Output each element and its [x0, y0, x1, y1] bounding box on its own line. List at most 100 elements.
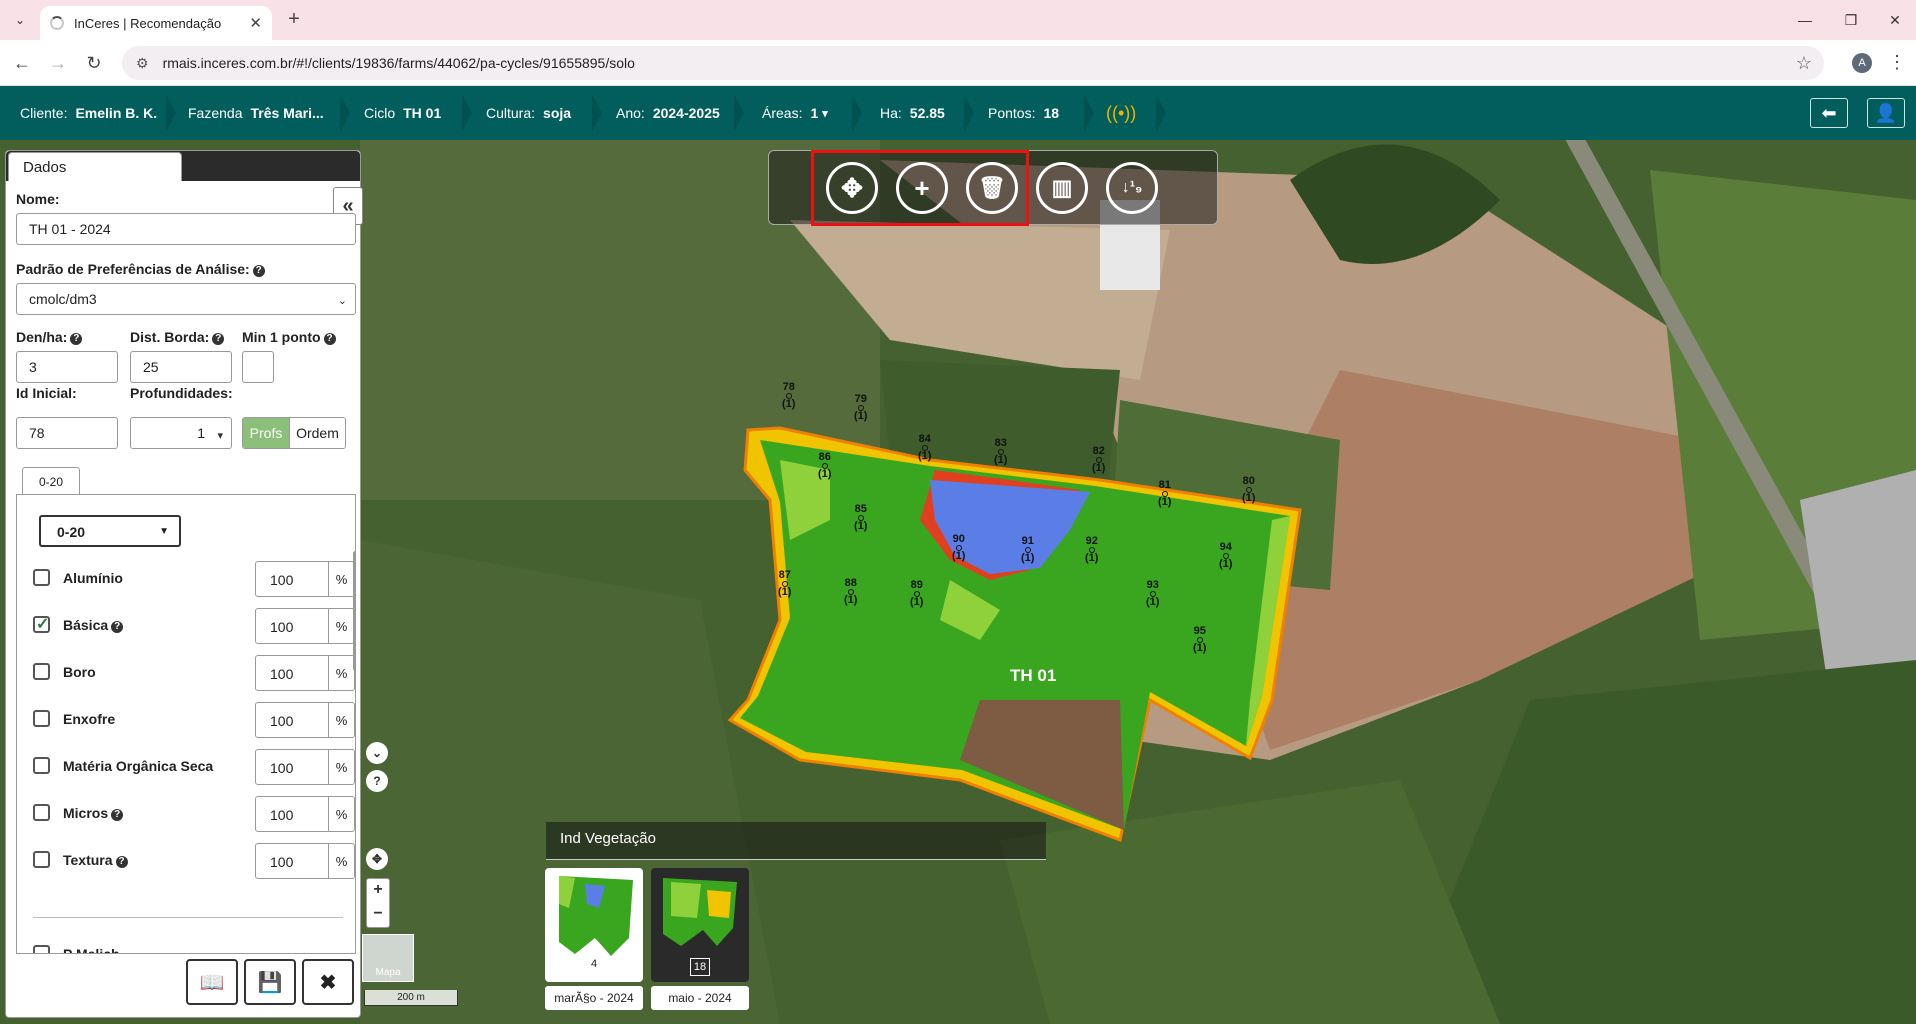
zoom-in-button[interactable]: +	[367, 879, 389, 903]
nutrient-row: Textura? 100%	[33, 841, 355, 879]
save-icon[interactable]: 💾	[244, 959, 296, 1005]
sample-point-marker[interactable]: 82 (1)	[1092, 446, 1105, 474]
denha-input[interactable]: 3	[16, 351, 118, 383]
sample-point-marker[interactable]: 88 (1)	[844, 578, 857, 606]
field-label: TH 01	[1010, 666, 1057, 685]
user-icon[interactable]: 👤	[1867, 98, 1905, 128]
veg-thumb-caption: maio - 2024	[651, 986, 749, 1010]
scale-bar: 200 m	[364, 990, 458, 1006]
profs-toggle[interactable]: Profs	[243, 418, 289, 448]
delete-point-icon[interactable]: 🗑	[966, 162, 1018, 214]
breadcrumb-cultura[interactable]: Cultura: soja	[486, 86, 571, 140]
reload-icon[interactable]: ↻	[80, 49, 108, 77]
tab-dados[interactable]: Dados	[8, 152, 182, 181]
cultura-label: Cultura:	[486, 105, 536, 121]
nutrient-checkbox[interactable]	[33, 614, 50, 634]
add-point-icon[interactable]: +	[896, 162, 948, 214]
sample-point-marker[interactable]: 90 (1)	[952, 534, 965, 562]
browser-menu-icon[interactable]: ⋮	[1888, 52, 1906, 73]
close-icon[interactable]: ✖	[302, 959, 354, 1005]
nutrient-percent-input[interactable]: 100%	[255, 796, 355, 832]
nutrient-percent-input[interactable]: 100%	[255, 655, 355, 691]
ordem-toggle[interactable]: Ordem	[289, 418, 345, 448]
nutrient-checkbox[interactable]	[33, 710, 50, 727]
nutrient-percent-input[interactable]: 100%	[255, 702, 355, 738]
breadcrumb-fazenda[interactable]: Fazenda Três Mari...	[188, 86, 324, 140]
sample-point-marker[interactable]: 81 (1)	[1158, 480, 1171, 508]
ciclo-label: Ciclo	[364, 105, 396, 121]
ciclo-value: TH 01	[403, 105, 442, 121]
id-inicial-input[interactable]: 78	[16, 417, 118, 449]
move-point-icon[interactable]: ✥	[826, 162, 878, 214]
sample-point-marker[interactable]: 93 (1)	[1146, 580, 1159, 608]
sample-point-marker[interactable]: 91 (1)	[1021, 536, 1034, 564]
thumb-badge: 4	[590, 958, 598, 970]
window-close-icon[interactable]: ✕	[1872, 0, 1916, 40]
sample-point-marker[interactable]: 89 (1)	[910, 580, 923, 608]
nutrient-percent-input[interactable]: 100%	[255, 749, 355, 785]
tab-close-icon[interactable]: ✕	[249, 14, 262, 32]
sample-point-marker[interactable]: 84 (1)	[918, 434, 931, 462]
padrao-select[interactable]: cmolc/dm3 ⌄	[16, 283, 356, 315]
sample-point-marker[interactable]: 94 (1)	[1219, 542, 1232, 570]
nutrient-row: Enxofre 100%	[33, 700, 355, 738]
map-layers-icon[interactable]: ▥	[1036, 162, 1088, 214]
nutrient-checkbox[interactable]	[33, 804, 50, 821]
nutrient-name: Enxofre	[63, 711, 116, 727]
restore-icon[interactable]: ❐	[1828, 0, 1874, 40]
sample-point-marker[interactable]: 92 (1)	[1085, 536, 1098, 564]
sample-point-marker[interactable]: 85 (1)	[854, 504, 867, 532]
sample-point-marker[interactable]: 95 (1)	[1193, 626, 1206, 654]
sample-point-marker[interactable]: 83 (1)	[994, 438, 1007, 466]
help-icon[interactable]: ?	[366, 770, 388, 792]
url-field[interactable]: ⚙ rmais.inceres.com.br/#!/clients/19836/…	[122, 46, 1824, 80]
sample-point-marker[interactable]: 86 (1)	[818, 452, 831, 480]
nutrient-percent-input[interactable]: 100%	[255, 561, 355, 597]
min-ponto-checkbox[interactable]	[242, 351, 274, 383]
chevron-down-icon[interactable]: ⌄	[366, 742, 388, 764]
sample-point-marker[interactable]: 79 (1)	[854, 394, 867, 422]
calendar-icon: 18	[690, 958, 710, 976]
veg-thumb-2[interactable]: 18	[651, 868, 749, 982]
nutrient-checkbox[interactable]	[33, 945, 50, 953]
depth-select[interactable]: 0-20 ▼	[39, 515, 181, 547]
breadcrumb-ciclo[interactable]: Ciclo TH 01	[364, 86, 441, 140]
back-icon[interactable]: ←	[8, 49, 36, 77]
browser-tab[interactable]: InCeres | Recomendação ✕	[40, 6, 272, 40]
sample-point-marker[interactable]: 87 (1)	[778, 570, 791, 598]
zoom-out-button[interactable]: −	[367, 903, 389, 927]
map-type-toggle[interactable]: Mapa	[362, 934, 414, 982]
site-info-icon[interactable]: ⚙	[136, 55, 149, 72]
veg-thumb-1[interactable]: 4	[545, 868, 643, 982]
nutrient-percent-input[interactable]: 100%	[255, 608, 355, 644]
pan-icon[interactable]: ✥	[366, 848, 388, 870]
nutrient-row: Boro 100%	[33, 653, 355, 691]
profundidades-select[interactable]: 1 ▾	[130, 417, 232, 449]
nutrient-row: Básica? 100%	[33, 606, 355, 644]
tab-search-icon[interactable]: ⌄	[8, 8, 32, 32]
sample-point-marker[interactable]: 78 (1)	[782, 382, 795, 410]
minimize-icon[interactable]: —	[1782, 0, 1828, 40]
breadcrumb-areas[interactable]: Áreas: 1 ▾	[762, 86, 828, 140]
forward-icon[interactable]: →	[44, 49, 72, 77]
url-text: rmais.inceres.com.br/#!/clients/19836/fa…	[162, 55, 635, 71]
breadcrumb-ano[interactable]: Ano: 2024-2025	[616, 86, 720, 140]
new-tab-icon[interactable]: +	[282, 8, 306, 32]
nutrient-checkbox[interactable]	[33, 663, 50, 680]
book-icon[interactable]: 📖	[186, 959, 238, 1005]
sort-numeric-icon[interactable]: ↓¹₉	[1106, 162, 1158, 214]
scrollbar[interactable]	[353, 551, 355, 671]
nutrient-checkbox[interactable]	[33, 569, 50, 586]
nome-input[interactable]: TH 01 - 2024	[16, 213, 356, 245]
profile-avatar[interactable]: A	[1852, 53, 1872, 73]
nutrient-checkbox[interactable]	[33, 851, 50, 868]
nutrient-percent-input[interactable]: 100%	[255, 843, 355, 879]
sample-point-marker[interactable]: 80 (1)	[1242, 476, 1255, 504]
dist-borda-input[interactable]: 25	[130, 351, 232, 383]
min-ponto-label: Min 1 ponto?	[242, 329, 336, 345]
nutrient-checkbox[interactable]	[33, 757, 50, 774]
tab-depth-0-20[interactable]: 0-20	[22, 467, 80, 495]
bookmark-star-icon[interactable]: ☆	[1796, 53, 1812, 74]
breadcrumb-cliente[interactable]: Cliente: Emelin B. K.	[20, 86, 157, 140]
back-arrow-button[interactable]: ⬅	[1810, 98, 1848, 128]
